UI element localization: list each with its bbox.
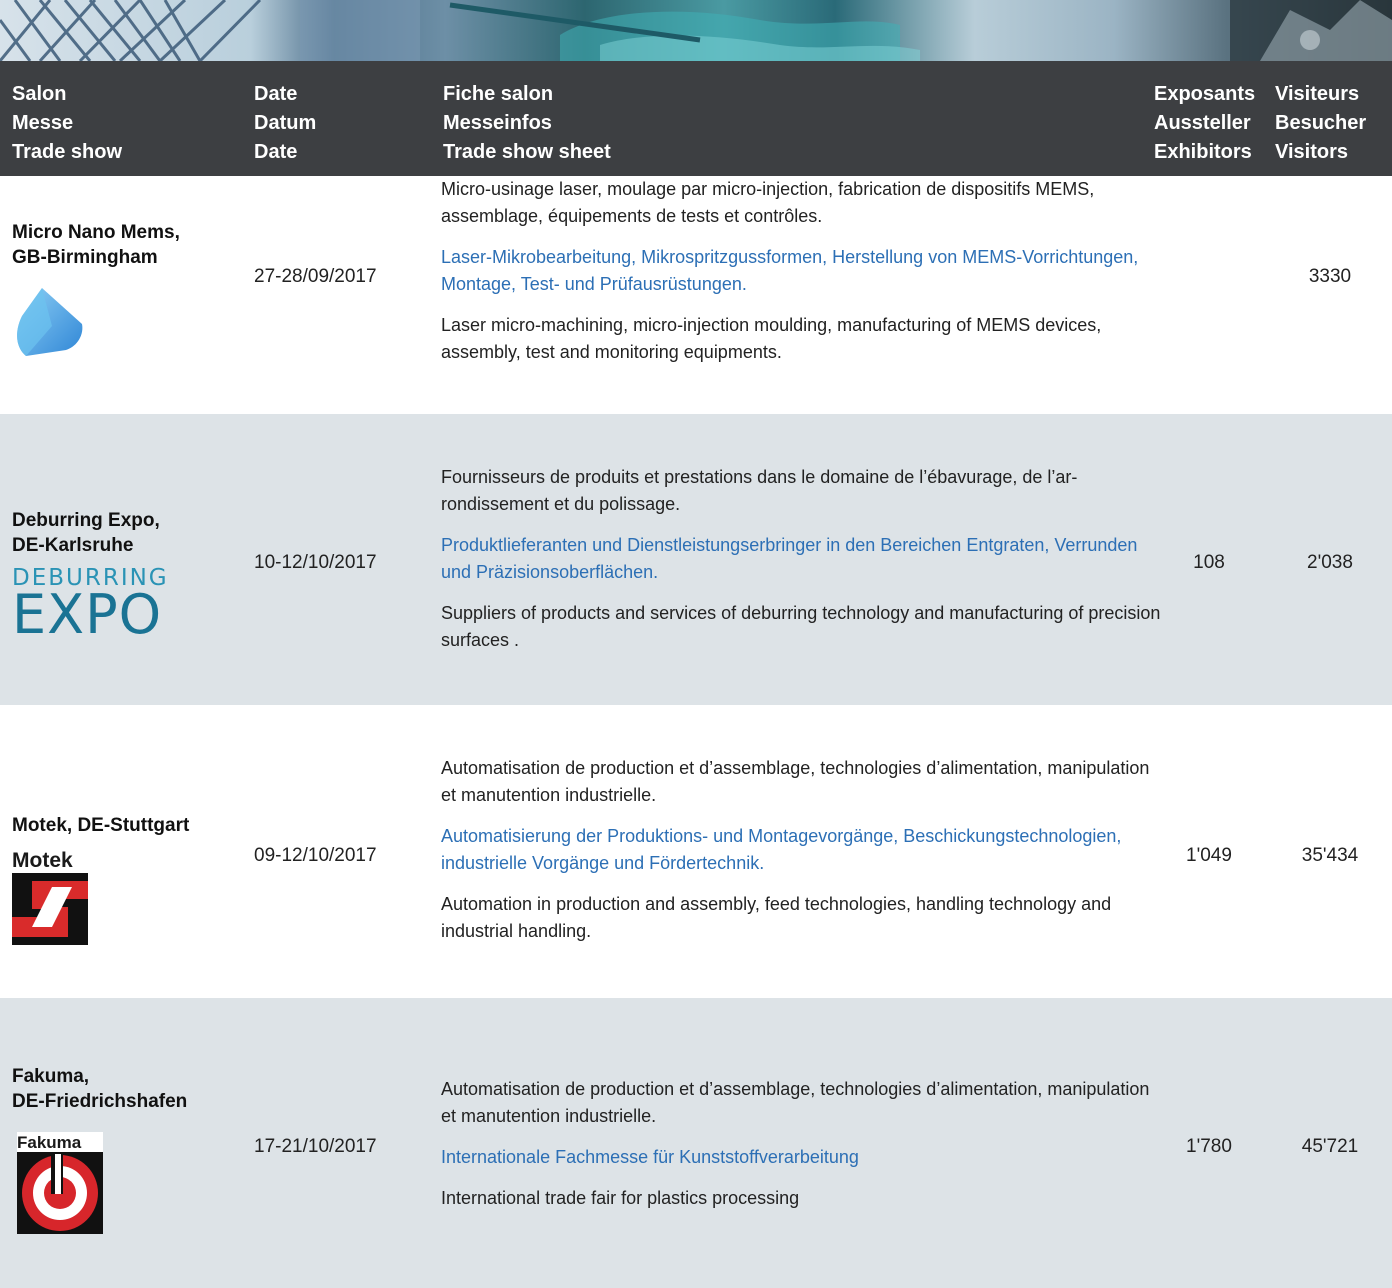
visitors-count: 3330: [1308, 266, 1352, 287]
show-location-line: DE-Karlsruhe: [12, 535, 134, 556]
header-exhibitors-en: Exhibitors: [1154, 141, 1252, 163]
description-en: International trade fair for plastics pr…: [441, 1188, 800, 1208]
deburring-logo-bottom: EXPO: [12, 583, 163, 646]
description-de: Laser-Mikrobearbeitung, Mikrospritzgussf…: [441, 247, 1139, 294]
show-description: Fournisseurs de produits et prestations …: [441, 464, 1161, 668]
description-de: Produktlieferanten und Dienstleistungser…: [441, 535, 1138, 582]
trade-show-page: Salon Messe Trade show Date Datum Date F…: [0, 0, 1392, 1288]
header-sheet: Fiche salon Messeinfos Trade show sheet: [443, 80, 611, 167]
header-visitors: Visiteurs Besucher Visitors: [1275, 80, 1366, 167]
exhibitors-count: 108: [1193, 552, 1225, 573]
description-de: Automatisierung der Produktions- und Mon…: [441, 826, 1122, 873]
header-exhibitors-fr: Exposants: [1154, 83, 1256, 105]
motek-logo-icon: Motek: [12, 847, 88, 945]
header-date-de: Datum: [254, 112, 317, 134]
show-description: Micro-usinage laser, moulage par micro-i…: [441, 176, 1161, 380]
table-header: Salon Messe Trade show Date Datum Date F…: [0, 61, 1392, 176]
header-show-fr: Salon: [12, 83, 67, 105]
fakuma-logo: Fakuma: [17, 1132, 103, 1239]
description-fr: Micro-usinage laser, moulage par micro-i…: [441, 179, 1095, 226]
show-name: Deburring Expo, DE-Karlsruhe: [12, 508, 160, 558]
show-name-line: Micro Nano Mems,: [12, 222, 180, 243]
show-date: 10-12/10/2017: [254, 552, 377, 573]
header-visitors-de: Besucher: [1275, 112, 1367, 134]
header-visitors-en: Visitors: [1275, 141, 1348, 163]
header-date-en: Date: [254, 141, 298, 163]
fakuma-logo-icon: Fakuma: [17, 1132, 103, 1234]
table-row: Motek, DE-Stuttgart Motek 09-12/10/2017 …: [0, 705, 1392, 998]
exhibitors-count: 1'049: [1186, 845, 1232, 866]
micro-nano-mems-logo-icon: [17, 288, 83, 356]
table-row: Fakuma, DE-Friedrichshafen Fakuma 17-21/…: [0, 998, 1392, 1288]
header-visitors-fr: Visiteurs: [1275, 83, 1360, 105]
micro-nano-mems-logo: [12, 286, 86, 365]
description-de: Internationale Fachmesse für Kunststoffv…: [441, 1147, 859, 1167]
header-sheet-fr: Fiche salon: [443, 83, 554, 105]
visitors-count: 2'038: [1307, 552, 1353, 573]
fakuma-logo-text: Fakuma: [17, 1133, 82, 1152]
header-exhibitors: Exposants Aussteller Exhibitors: [1154, 80, 1255, 167]
motek-logo-text: Motek: [12, 849, 73, 872]
exhibitors-count: 1'780: [1186, 1136, 1232, 1157]
show-name: Motek, DE-Stuttgart: [12, 813, 189, 838]
show-name-line: Fakuma,: [12, 1066, 90, 1087]
show-name: Fakuma, DE-Friedrichshafen: [12, 1064, 187, 1114]
show-location-line: GB-Birmingham: [12, 247, 158, 268]
show-name-line: Motek, DE-Stuttgart: [12, 815, 190, 836]
header-date: Date Datum Date: [254, 80, 316, 167]
header-sheet-de: Messeinfos: [443, 112, 552, 134]
header-sheet-en: Trade show sheet: [443, 141, 611, 163]
description-en: Suppliers of products and services of de…: [441, 603, 1161, 650]
visitors-count: 35'434: [1301, 845, 1359, 866]
description-fr: Automatisation de production et d’assemb…: [441, 1079, 1150, 1126]
motek-logo: Motek: [12, 847, 88, 950]
header-show-de: Messe: [12, 112, 74, 134]
show-name-line: Deburring Expo,: [12, 510, 160, 531]
header-show: Salon Messe Trade show: [12, 80, 122, 167]
header-exhibitors-de: Aussteller: [1154, 112, 1251, 134]
show-location-line: DE-Friedrichshafen: [12, 1091, 188, 1112]
show-date: 27-28/09/2017: [254, 266, 377, 287]
show-description: Automatisation de production et d’assemb…: [441, 755, 1161, 959]
show-date: 09-12/10/2017: [254, 845, 377, 866]
show-name: Micro Nano Mems, GB-Birmingham: [12, 220, 180, 270]
description-en: Laser micro-machining, micro-injection m…: [441, 315, 1102, 362]
description-fr: Fournisseurs de produits et prestations …: [441, 467, 1078, 514]
header-show-en: Trade show: [12, 141, 123, 163]
header-banner-image: [0, 0, 1392, 61]
description-en: Automation in production and assembly, f…: [441, 894, 1112, 941]
deburring-expo-logo: DEBURRING EXPO: [12, 566, 169, 646]
table-row: Deburring Expo, DE-Karlsruhe DEBURRING E…: [0, 414, 1392, 705]
header-date-fr: Date: [254, 83, 298, 105]
description-fr: Automatisation de production et d’assemb…: [441, 758, 1150, 805]
visitors-count: 45'721: [1301, 1136, 1359, 1157]
show-date: 17-21/10/2017: [254, 1136, 377, 1157]
banner-graphic: [0, 0, 1392, 61]
table-row: Micro Nano Mems, GB-Birmingham 27-28/09/…: [0, 176, 1392, 414]
show-description: Automatisation de production et d’assemb…: [441, 1076, 1161, 1226]
